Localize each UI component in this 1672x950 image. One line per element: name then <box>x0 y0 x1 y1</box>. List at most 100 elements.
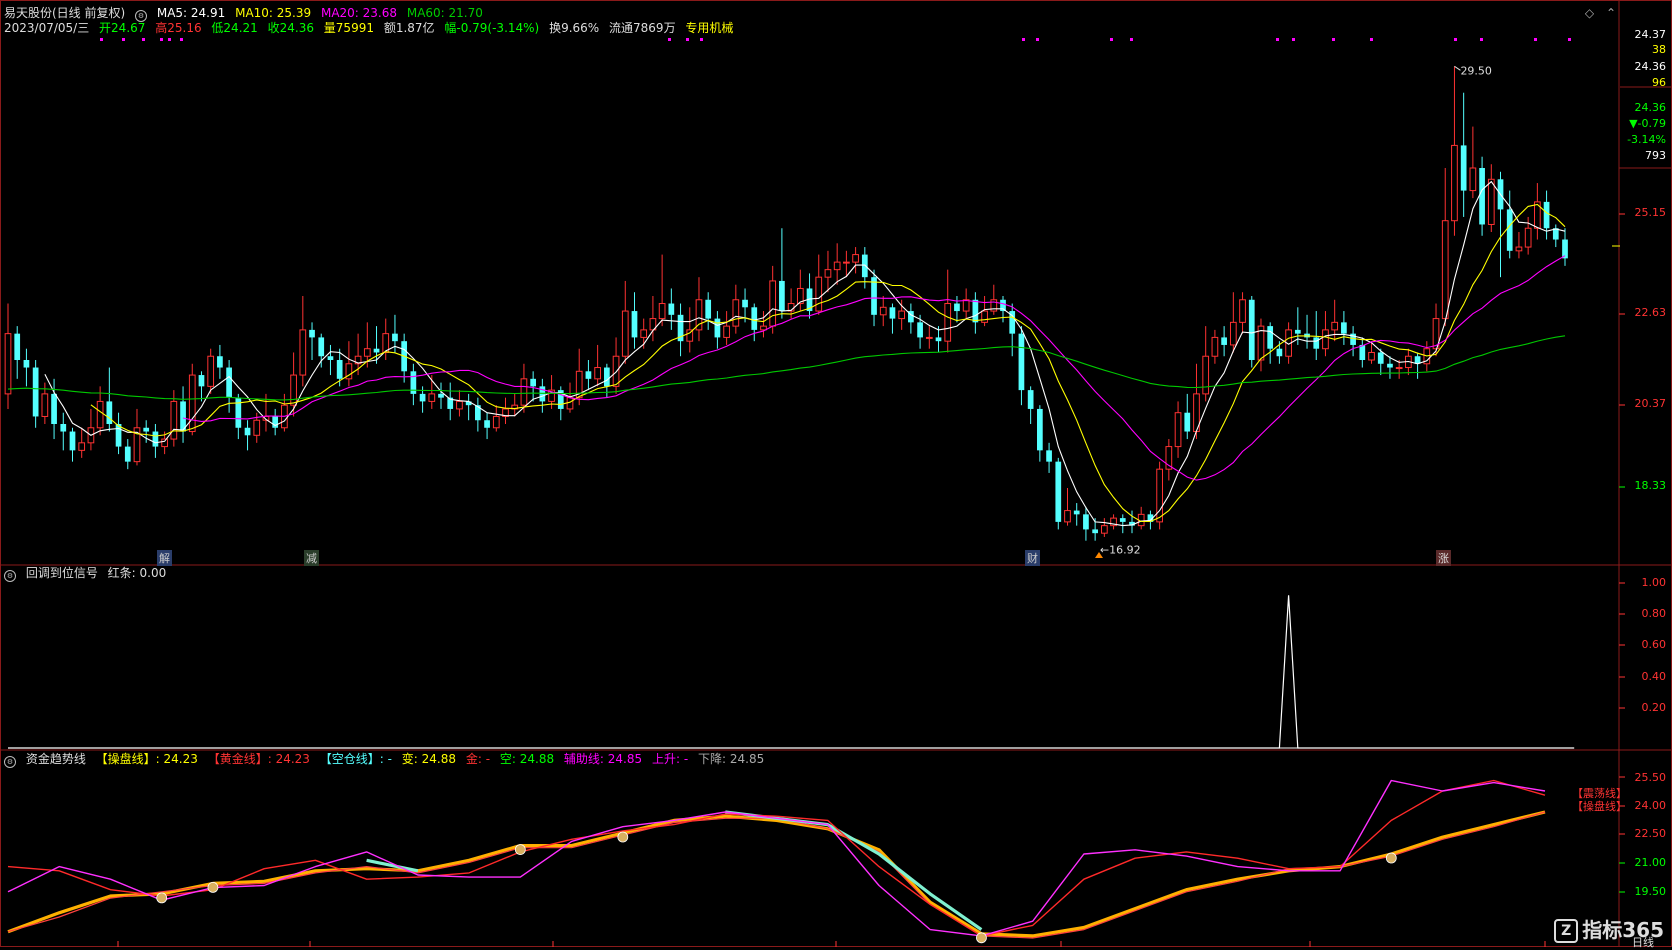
event-dot <box>142 38 145 41</box>
money-bag-icon <box>207 882 219 893</box>
info-v96: 96 <box>1652 76 1666 89</box>
p3-axis-5: 19.50 <box>1634 885 1667 898</box>
watermark-text: 指标365 <box>1582 918 1664 942</box>
candle-body-down <box>1055 461 1062 522</box>
candle-body-down <box>1119 518 1126 522</box>
p2-axis-1: 1.00 <box>1641 576 1667 589</box>
candle-body-up <box>566 397 574 410</box>
candle-body-down <box>1037 408 1043 451</box>
candle-body-down <box>217 356 223 368</box>
panel-settings-icon[interactable]: ⚙ <box>4 570 16 582</box>
marker-zhang[interactable]: 涨 <box>1436 550 1451 566</box>
candle-body-up <box>170 400 178 440</box>
p3-axis-4: 21.00 <box>1634 856 1667 869</box>
candle-body-down <box>917 322 923 338</box>
info-price2: 24.36 <box>1634 60 1667 73</box>
trend-l1: 【操盘线】: 24.23 <box>95 752 198 766</box>
candle-body-up <box>1368 351 1375 361</box>
event-dot <box>1292 38 1295 41</box>
sector-value[interactable]: 专用机械 <box>685 21 733 35</box>
trend-caopan-line <box>7 810 1546 938</box>
candle-body-down <box>972 299 979 323</box>
event-dot <box>1276 38 1279 41</box>
candle-body-down <box>1083 514 1089 530</box>
candle-body-up <box>41 393 49 417</box>
trend-l7: 辅助线: 24.85 <box>563 752 643 766</box>
candle-body-up <box>944 303 952 342</box>
amount-value: 额1.87亿 <box>383 21 435 35</box>
trend-settings-icon[interactable]: ⚙ <box>4 756 16 768</box>
y-label-22.63: 22.63 <box>1634 306 1667 319</box>
tag-caopan: 【操盘线】 <box>1572 800 1627 813</box>
high-price-label: 29.50 <box>1460 64 1492 77</box>
candle-body-down <box>935 337 942 342</box>
candle-body-down <box>1267 326 1274 349</box>
event-dot <box>1568 38 1571 41</box>
trend-kongcang-line <box>367 812 1341 930</box>
candle-body-down <box>309 329 315 338</box>
trend-huangjin-line <box>7 811 1546 939</box>
candle-body-up <box>879 306 887 316</box>
candle-body-down <box>705 299 712 319</box>
candle-body-up <box>1515 246 1523 252</box>
trend-l6: 空: 24.88 <box>499 752 555 766</box>
stock-title[interactable]: 易天股份(日线 前复权) <box>4 6 125 20</box>
close-value: 收24.36 <box>267 21 314 35</box>
candle-body-down <box>1184 412 1191 432</box>
candle-body-up <box>1229 321 1237 346</box>
p3-axis-2: 24.00 <box>1634 799 1667 812</box>
candle-body-up <box>833 261 841 271</box>
candle-body-up <box>723 325 730 338</box>
candle-body-down <box>1073 510 1080 515</box>
chart-window: 29.50 ←16.92 易天股份(日线 前复权) ⚙ MA5: 24.91 MA… <box>0 0 1672 949</box>
y-label-25.15: 25.15 <box>1634 206 1667 219</box>
marker-cai[interactable]: 财 <box>1025 550 1040 566</box>
candle-body-down <box>484 420 490 428</box>
candle-body-up <box>1202 355 1210 395</box>
collapse-icon[interactable]: ⌃ <box>1606 6 1616 20</box>
candle-body-up <box>78 442 86 451</box>
info-price1: 24.37 <box>1634 28 1667 41</box>
candle-body-down <box>1046 450 1052 462</box>
signal-panel-header: ⚙ 回调到位信号 红条: 0.00 <box>4 566 172 582</box>
diamond-icon[interactable]: ◇ <box>1585 6 1594 20</box>
info-v793: 793 <box>1645 149 1666 162</box>
candle-body-down <box>1460 145 1467 191</box>
candle-body-down <box>69 431 76 451</box>
money-bag-icon <box>976 932 987 944</box>
candle-body-up <box>1322 329 1329 350</box>
event-dot <box>1480 38 1483 41</box>
candle-body-down <box>530 378 536 387</box>
marker-jie[interactable]: 解 <box>157 550 172 566</box>
trend-title[interactable]: 资金趋势线 <box>26 752 86 766</box>
low-value: 低24.21 <box>211 21 258 35</box>
candle-body-down <box>1562 239 1568 259</box>
window-controls: ◇ ⌃ <box>1585 6 1616 20</box>
candle-body-down <box>1313 337 1320 349</box>
candle-body-down <box>60 424 67 432</box>
marker-jian[interactable]: 减 <box>304 550 319 566</box>
candle-body-up <box>456 400 463 410</box>
candle-body-up <box>760 325 767 331</box>
change-value: 幅-0.79(-3.14%) <box>444 21 540 35</box>
trend-l5: 金: - <box>465 752 491 766</box>
candle-body-up <box>640 329 648 338</box>
price-chart[interactable]: 29.50 ←16.92 <box>0 0 1672 947</box>
candle-body-down <box>1221 337 1227 345</box>
signal-title[interactable]: 回调到位信号 <box>26 566 98 580</box>
main-header-line1: 易天股份(日线 前复权) ⚙ MA5: 24.91 MA10: 25.39 MA… <box>4 6 489 22</box>
candle-body-up <box>1239 299 1246 323</box>
candle-body-down <box>1276 348 1283 357</box>
candle-body-up <box>520 378 528 406</box>
candle-body-up <box>207 355 215 387</box>
candle-body-down <box>714 318 721 338</box>
money-bag-icon <box>617 831 629 843</box>
candle-body-down <box>51 393 57 424</box>
trend-l8: 上升: - <box>651 752 689 766</box>
window-frame <box>0 0 1672 947</box>
candle-body-up <box>1211 336 1219 357</box>
candle-body-up <box>898 310 906 320</box>
candle-body-up <box>1331 321 1339 331</box>
candle-body-down <box>603 367 610 387</box>
event-dot <box>168 38 171 41</box>
